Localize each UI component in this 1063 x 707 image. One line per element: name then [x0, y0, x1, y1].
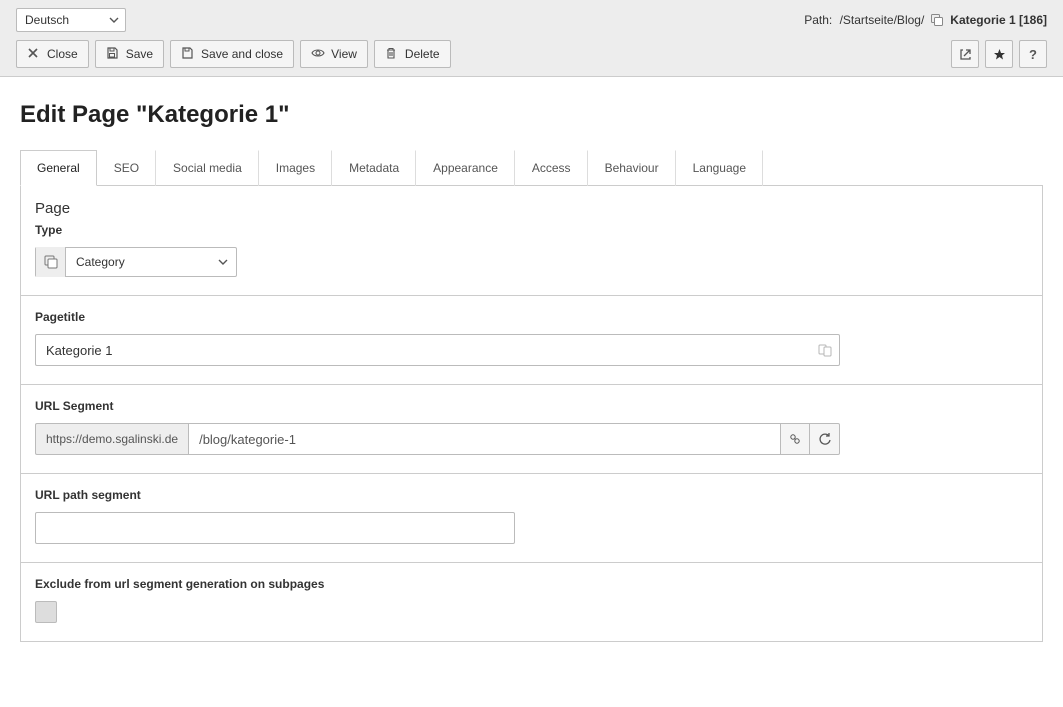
save-button[interactable]: Save — [95, 40, 164, 68]
question-icon: ? — [1029, 47, 1037, 62]
tab-behaviour[interactable]: Behaviour — [588, 150, 676, 186]
save-button-label: Save — [126, 47, 153, 61]
save-and-close-button[interactable]: Save and close — [170, 40, 294, 68]
tab-metadata[interactable]: Metadata — [332, 150, 416, 186]
close-icon — [27, 47, 41, 61]
breadcrumb: Path: /Startseite/Blog/ Kategorie 1 [186… — [804, 13, 1047, 27]
section-page-heading: Page — [35, 200, 1028, 217]
breadcrumb-current: Kategorie 1 [186] — [950, 13, 1047, 27]
breadcrumb-label: Path: — [804, 13, 832, 27]
delete-button[interactable]: Delete — [374, 40, 451, 68]
tab-images[interactable]: Images — [259, 150, 332, 186]
star-icon — [993, 48, 1006, 61]
view-button-label: View — [331, 47, 357, 61]
language-select[interactable]: Deutsch — [16, 8, 126, 32]
url-prefix: https://demo.sgalinski.de — [35, 423, 188, 455]
tab-general[interactable]: General — [20, 150, 97, 186]
exclude-checkbox[interactable] — [35, 601, 57, 623]
link-toggle-icon — [788, 432, 802, 446]
save-close-icon — [181, 47, 195, 61]
open-external-button[interactable] — [951, 40, 979, 68]
tab-seo[interactable]: SEO — [97, 150, 156, 186]
category-icon — [36, 247, 66, 277]
close-button[interactable]: Close — [16, 40, 89, 68]
url-segment-label: URL Segment — [35, 399, 1028, 413]
trash-icon — [385, 47, 399, 61]
external-link-icon — [959, 48, 972, 61]
eye-icon — [311, 47, 325, 61]
help-button[interactable]: ? — [1019, 40, 1047, 68]
pagetitle-label: Pagetitle — [35, 310, 1028, 324]
tabs: General SEO Social media Images Metadata… — [20, 149, 1043, 186]
delete-button-label: Delete — [405, 47, 440, 61]
type-select-value: Category — [76, 255, 125, 269]
url-recalculate-button[interactable] — [810, 423, 840, 455]
translate-icon — [818, 343, 832, 357]
breadcrumb-path: /Startseite/Blog/ — [840, 13, 925, 27]
language-select-value: Deutsch — [25, 13, 69, 27]
view-button[interactable]: View — [300, 40, 368, 68]
pagetitle-input[interactable] — [35, 334, 840, 366]
page-icon — [930, 13, 944, 27]
refresh-icon — [818, 432, 832, 446]
exclude-label: Exclude from url segment generation on s… — [35, 577, 1028, 591]
save-icon — [106, 47, 120, 61]
close-button-label: Close — [47, 47, 78, 61]
url-segment-input[interactable] — [188, 423, 780, 455]
url-path-segment-label: URL path segment — [35, 488, 1028, 502]
type-select[interactable]: Category — [35, 247, 237, 277]
chevron-down-icon — [109, 15, 119, 25]
url-path-segment-input[interactable] — [35, 512, 515, 544]
tab-language[interactable]: Language — [676, 150, 763, 186]
bookmark-button[interactable] — [985, 40, 1013, 68]
chevron-down-icon — [218, 257, 228, 267]
type-label: Type — [35, 223, 1028, 237]
page-title: Edit Page "Kategorie 1" — [20, 101, 1043, 129]
tab-access[interactable]: Access — [515, 150, 588, 186]
tab-appearance[interactable]: Appearance — [416, 150, 515, 186]
tab-social[interactable]: Social media — [156, 150, 259, 186]
save-and-close-button-label: Save and close — [201, 47, 283, 61]
url-toggle-button[interactable] — [780, 423, 810, 455]
